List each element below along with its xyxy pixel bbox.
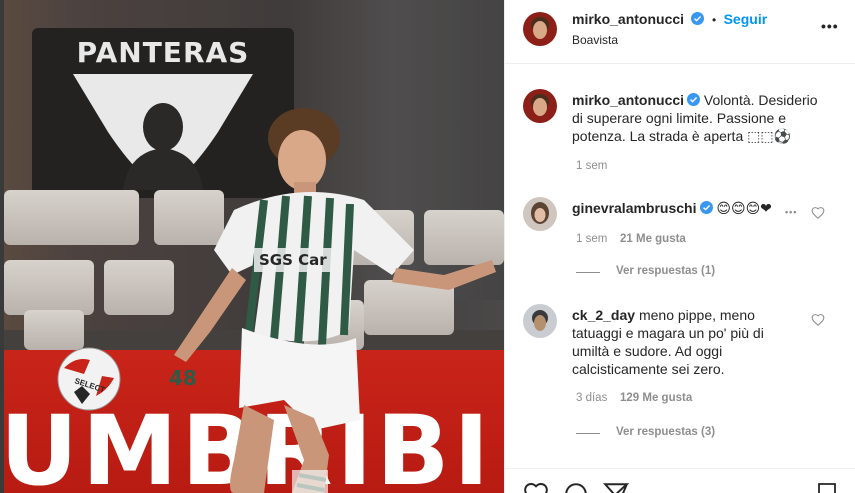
- comment-2-row: ck_2_day meno pippe, meno: [572, 306, 755, 324]
- comment-2-view-replies[interactable]: Ver respuestas (3): [616, 426, 715, 438]
- caption-avatar[interactable]: [523, 89, 557, 123]
- banner-text: PANTERAS: [76, 36, 250, 69]
- comment-1-text: 😊😊😊❤: [716, 200, 772, 216]
- comment-bubble-icon[interactable]: [563, 481, 589, 493]
- comment-1-username[interactable]: ginevralambruschi: [572, 200, 697, 216]
- author-avatar[interactable]: [523, 12, 557, 46]
- header-bullet: •: [711, 13, 717, 27]
- comment-1-replies-line: [576, 272, 600, 273]
- caption-avatar-icon: [523, 89, 557, 123]
- share-send-icon[interactable]: [603, 481, 629, 493]
- comment-1-more-icon[interactable]: •••: [785, 207, 797, 217]
- comment-1-like-heart-icon[interactable]: [811, 206, 825, 220]
- comment-2-replies-line: [576, 433, 600, 434]
- post-side-panel: mirko_antonucci • Seguir Boavista ••• mi…: [504, 0, 855, 493]
- comment-avatar-icon: [523, 197, 557, 231]
- comment-2-text-2: tatuaggi e magara un po' più di: [572, 325, 764, 341]
- shirt-number-text: 48: [169, 366, 197, 390]
- caption-text-3: potenza. La strada è aperta ⬚⬚⚽: [572, 128, 792, 144]
- caption-verified-badge-icon: [687, 93, 701, 106]
- comment-1-verified-badge-icon: [699, 201, 713, 214]
- comment-2-text-3: umiltà e sudore. Ad oggi: [572, 343, 723, 359]
- shirt-sponsor-text: SGS Car: [259, 251, 327, 269]
- comment-2-time[interactable]: 3 días: [576, 392, 607, 404]
- caption-timestamp[interactable]: 1 sem: [576, 160, 607, 172]
- comment-2-text-4: calcisticamente sei zero.: [572, 361, 725, 377]
- comment-2-avatar-icon: [523, 304, 557, 338]
- comment-1-likes[interactable]: 21 Me gusta: [620, 233, 686, 245]
- player-figure: [174, 108, 496, 493]
- comment-2-username[interactable]: ck_2_day: [572, 307, 635, 323]
- soccer-ball: [57, 347, 121, 411]
- post-action-bar: [505, 468, 855, 493]
- like-heart-icon[interactable]: [523, 481, 549, 493]
- comment-1-time[interactable]: 1 sem: [576, 233, 607, 245]
- more-options-icon[interactable]: •••: [821, 18, 839, 34]
- comment-1-row: ginevralambruschi 😊😊😊❤: [572, 199, 772, 217]
- caption-line-1: mirko_antonucci Volontà. Desiderio: [572, 91, 818, 109]
- author-username[interactable]: mirko_antonucci: [572, 11, 684, 27]
- author-avatar-icon: [523, 12, 557, 46]
- comment-2-text-1: meno pippe, meno: [638, 307, 755, 323]
- save-bookmark-icon[interactable]: [815, 481, 839, 493]
- header-author-row: mirko_antonucci • Seguir: [572, 11, 767, 29]
- comment-avatar-ginevralambruschi[interactable]: [523, 197, 557, 231]
- caption-username[interactable]: mirko_antonucci: [572, 92, 684, 108]
- post-location[interactable]: Boavista: [572, 33, 618, 47]
- verified-badge-icon: [691, 12, 705, 25]
- caption-text-1: Volontà. Desiderio: [703, 92, 818, 108]
- comment-2-like-heart-icon[interactable]: [811, 313, 825, 327]
- post-photo[interactable]: PANTERAS UMBRIBI: [4, 0, 504, 493]
- comment-1-view-replies[interactable]: Ver respuestas (1): [616, 265, 715, 277]
- comment-avatar-ck_2_day[interactable]: [523, 304, 557, 338]
- comment-2-likes[interactable]: 129 Me gusta: [620, 392, 692, 404]
- post-header: mirko_antonucci • Seguir Boavista •••: [505, 0, 855, 64]
- caption-text-2: di superare ogni limite. Passione e: [572, 110, 787, 126]
- follow-button[interactable]: Seguir: [724, 11, 768, 27]
